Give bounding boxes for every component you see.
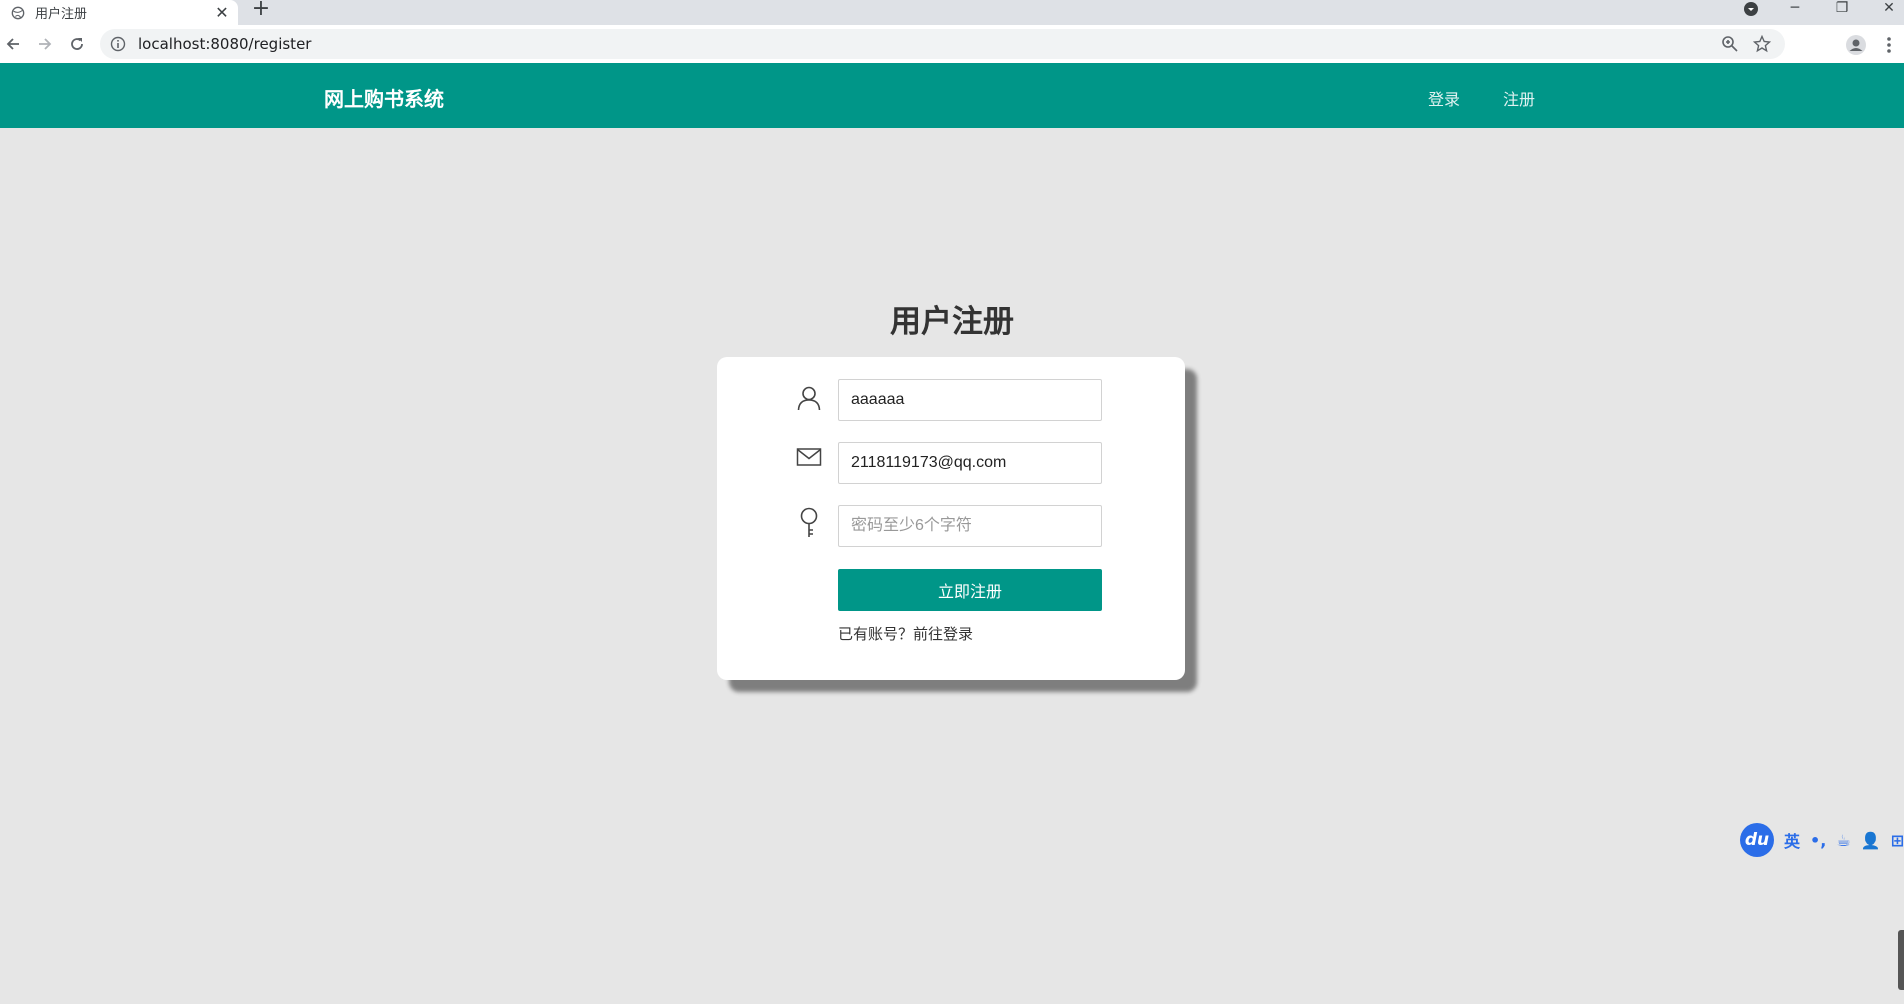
ime-user-icon[interactable]: 👤 (1861, 831, 1881, 850)
user-icon (795, 384, 823, 412)
browser-tab[interactable]: 用户注册 ✕ (0, 0, 238, 25)
profile-icon[interactable] (1845, 34, 1867, 56)
register-card: 立即注册 已有账号？前往登录 (717, 357, 1185, 680)
username-input[interactable] (838, 379, 1102, 421)
email-input[interactable] (838, 442, 1102, 484)
address-bar[interactable]: localhost:8080/register (100, 29, 1785, 59)
nav-login-link[interactable]: 登录 (1428, 86, 1460, 110)
register-submit-button[interactable]: 立即注册 (838, 569, 1102, 611)
menu-icon[interactable] (1878, 34, 1900, 56)
key-icon (795, 507, 823, 537)
ime-toolbar: du 英 •, ☕ 👤 ⊞ (1740, 822, 1904, 858)
ime-language-toggle[interactable]: 英 (1784, 828, 1800, 852)
globe-icon (11, 6, 25, 19)
ime-punctuation-icon[interactable]: •, (1810, 831, 1826, 850)
mail-icon (795, 443, 823, 471)
zoom-icon[interactable] (1721, 35, 1739, 53)
ime-cup-icon[interactable]: ☕ (1836, 831, 1850, 850)
go-login-link[interactable]: 已有账号？前往登录 (838, 623, 973, 644)
side-handle[interactable] (1898, 930, 1904, 990)
page-title: 用户注册 (890, 304, 1014, 340)
tab-search-icon[interactable] (1736, 0, 1766, 18)
browser-toolbar: localhost:8080/register (0, 25, 1904, 63)
url-text: localhost:8080/register (138, 35, 312, 53)
reload-icon[interactable] (66, 33, 88, 55)
nav-register-link[interactable]: 注册 (1503, 86, 1535, 110)
browser-tabstrip: 用户注册 ✕ + ─ ❐ ✕ (0, 0, 1904, 25)
ime-grid-icon[interactable]: ⊞ (1891, 831, 1904, 850)
ime-logo-icon[interactable]: du (1740, 823, 1774, 857)
info-icon[interactable] (110, 36, 126, 52)
star-icon[interactable] (1753, 35, 1771, 53)
back-icon[interactable] (2, 33, 24, 55)
password-input[interactable] (838, 505, 1102, 547)
plus-icon[interactable]: + (250, 0, 272, 22)
app-header: 网上购书系统 登录 注册 (0, 63, 1904, 128)
close-icon[interactable]: ✕ (212, 3, 232, 22)
forward-icon[interactable] (34, 33, 56, 55)
site-brand[interactable]: 网上购书系统 (324, 83, 444, 112)
minimize-icon[interactable]: ─ (1780, 0, 1810, 18)
restore-icon[interactable]: ❐ (1827, 0, 1857, 18)
tab-title: 用户注册 (35, 7, 88, 22)
window-close-icon[interactable]: ✕ (1874, 0, 1904, 18)
